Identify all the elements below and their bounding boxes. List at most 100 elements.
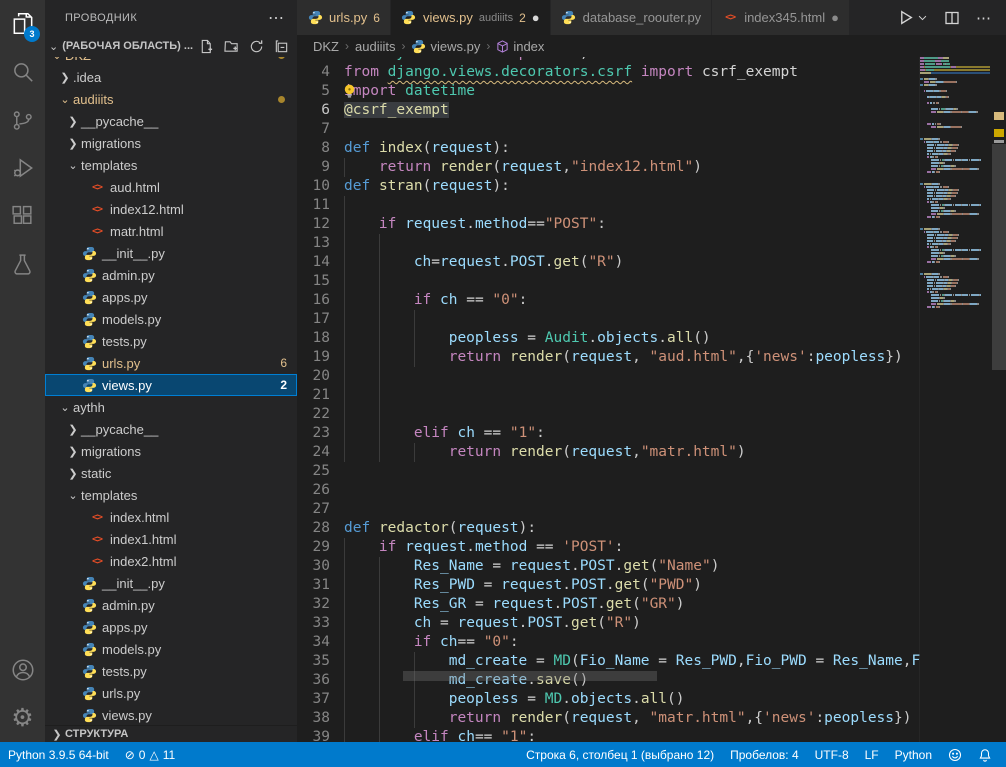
minimap-line (920, 165, 992, 167)
tree-item-models-py[interactable]: models.py (45, 308, 297, 330)
status-cursor-position[interactable]: Строка 6, столбец 1 (выбрано 12) (518, 748, 722, 762)
minimap-line (920, 72, 990, 74)
account-icon[interactable] (0, 646, 45, 694)
tree-item-index1-html[interactable]: <>index1.html (45, 528, 297, 550)
explorer-more-actions[interactable]: ⋯ (268, 8, 285, 28)
tree-item-migrations[interactable]: ❯migrations (45, 440, 297, 462)
tab-views-py[interactable]: views.pyaudiiits2● (391, 0, 551, 35)
minimap-line (920, 237, 992, 239)
minimap-line (920, 285, 992, 287)
tree-item-views-py[interactable]: views.py (45, 704, 297, 726)
modified-dot[interactable]: ● (831, 11, 839, 24)
tree-item-index12-html[interactable]: <>index12.html (45, 198, 297, 220)
line-number: 36 (297, 671, 344, 690)
tree-item-audiiits[interactable]: ⌄audiiits (45, 88, 297, 110)
source-control-icon[interactable] (0, 96, 45, 144)
tree-item-apps-py[interactable]: apps.py (45, 286, 297, 308)
status-eol[interactable]: LF (857, 748, 887, 762)
code-line-6: 6@csrf_exempt (297, 101, 920, 120)
search-icon[interactable] (0, 48, 45, 96)
tree-item-urls-py[interactable]: urls.py6 (45, 352, 297, 374)
tree-item-static[interactable]: ❯static (45, 462, 297, 484)
breadcrumb-item-index[interactable]: index (496, 39, 544, 54)
status-encoding[interactable]: UTF-8 (807, 748, 857, 762)
minimap-line (920, 150, 992, 152)
minimap-line (920, 99, 992, 101)
tree-item-migrations[interactable]: ❯migrations (45, 132, 297, 154)
status-python-interpreter[interactable]: Python 3.9.5 64-bit (0, 748, 117, 762)
minimap-line (920, 228, 992, 230)
breadcrumb-item-dkz[interactable]: DKZ (313, 39, 339, 54)
vertical-scrollbar[interactable] (992, 57, 1006, 742)
minimap-line (920, 261, 992, 263)
workspace-section-header[interactable]: ⌄ (РАБОЧАЯ ОБЛАСТЬ) ... (45, 35, 297, 57)
breadcrumb-item-audiiits[interactable]: audiiits (355, 39, 395, 54)
status-indentation[interactable]: Пробелов: 4 (722, 748, 807, 762)
run-python-file-icon[interactable] (897, 9, 914, 26)
minimap-line (920, 276, 992, 278)
line-number: 28 (297, 519, 344, 538)
collapse-all-icon[interactable] (274, 39, 289, 54)
explorer-badge: 3 (24, 26, 40, 42)
tab-database-roouter-py[interactable]: database_roouter.py (551, 0, 713, 35)
tree-item-urls-py[interactable]: urls.py (45, 682, 297, 704)
tree-item-models-py[interactable]: models.py (45, 638, 297, 660)
vertical-scrollbar-slider[interactable] (992, 144, 1006, 370)
tree-item-matr-html[interactable]: <>matr.html (45, 220, 297, 242)
line-number: 11 (297, 196, 344, 215)
tree-item--pycache-[interactable]: ❯__pycache__ (45, 110, 297, 132)
explorer-icon[interactable]: 3 (0, 0, 45, 48)
tree-item--init-py[interactable]: __init__.py (45, 572, 297, 594)
tree-item-aythh[interactable]: ⌄aythh (45, 396, 297, 418)
status-notifications[interactable] (970, 748, 1000, 762)
extensions-icon[interactable] (0, 192, 45, 240)
breadcrumb-item-views-py[interactable]: views.py (411, 39, 480, 54)
editor-actions: ⋯ (883, 0, 1006, 35)
tree-item--pycache-[interactable]: ❯__pycache__ (45, 418, 297, 440)
lightbulb-icon[interactable] (343, 84, 356, 105)
run-dropdown-chevron-icon[interactable] (917, 12, 928, 23)
new-folder-icon[interactable] (224, 39, 239, 54)
line-number: 35 (297, 652, 344, 671)
tree-item-aud-html[interactable]: <>aud.html (45, 176, 297, 198)
status-feedback[interactable] (940, 748, 970, 762)
outline-section-header[interactable]: ❯ СТРУКТУРА (45, 725, 297, 742)
tree-item-index2-html[interactable]: <>index2.html (45, 550, 297, 572)
tree-item-admin-py[interactable]: admin.py (45, 264, 297, 286)
tree-item-tests-py[interactable]: tests.py (45, 660, 297, 682)
tree-item-views-py[interactable]: views.py2 (45, 374, 297, 396)
minimap-line (920, 114, 992, 116)
tree-item-templates[interactable]: ⌄templates (45, 484, 297, 506)
new-file-icon[interactable] (199, 39, 214, 54)
settings-gear-icon[interactable]: ⚙ (0, 694, 45, 742)
tree-item-apps-py[interactable]: apps.py (45, 616, 297, 638)
minimap[interactable] (919, 57, 992, 742)
chevron-right-icon: ❯ (49, 728, 65, 741)
tab-urls-py[interactable]: urls.py6 (297, 0, 391, 35)
more-actions-icon[interactable]: ⋯ (976, 9, 992, 27)
tree-item-admin-py[interactable]: admin.py (45, 594, 297, 616)
run-debug-icon[interactable] (0, 144, 45, 192)
python-file-icon (81, 641, 97, 657)
code-line-21: 21 (297, 386, 920, 405)
horizontal-scrollbar-slider[interactable] (403, 671, 657, 681)
modified-dot[interactable]: ● (532, 11, 540, 24)
python-file-icon (401, 10, 417, 25)
testing-icon[interactable] (0, 240, 45, 288)
tree-item--idea[interactable]: ❯.idea (45, 66, 297, 88)
tree-item--init-py[interactable]: __init__.py (45, 242, 297, 264)
code-line-32: 32 Res_GR = request.POST.get("GR") (297, 595, 920, 614)
status-language-mode[interactable]: Python (887, 748, 940, 762)
tree-item-templates[interactable]: ⌄templates (45, 154, 297, 176)
code-editor[interactable]: 3from aythh.models import MD,Audit4from … (297, 57, 920, 742)
tree-item-tests-py[interactable]: tests.py (45, 330, 297, 352)
refresh-icon[interactable] (249, 39, 264, 54)
tab-index345-html[interactable]: <>index345.html● (712, 0, 850, 35)
minimap-line (920, 300, 992, 302)
status-problems[interactable]: ⊘0△11 (117, 748, 183, 762)
tree-item-index-html[interactable]: <>index.html (45, 506, 297, 528)
minimap-line (920, 222, 992, 224)
code-line-34: 34 if ch== "0": (297, 633, 920, 652)
line-number: 7 (297, 120, 344, 139)
split-editor-icon[interactable] (944, 10, 960, 26)
